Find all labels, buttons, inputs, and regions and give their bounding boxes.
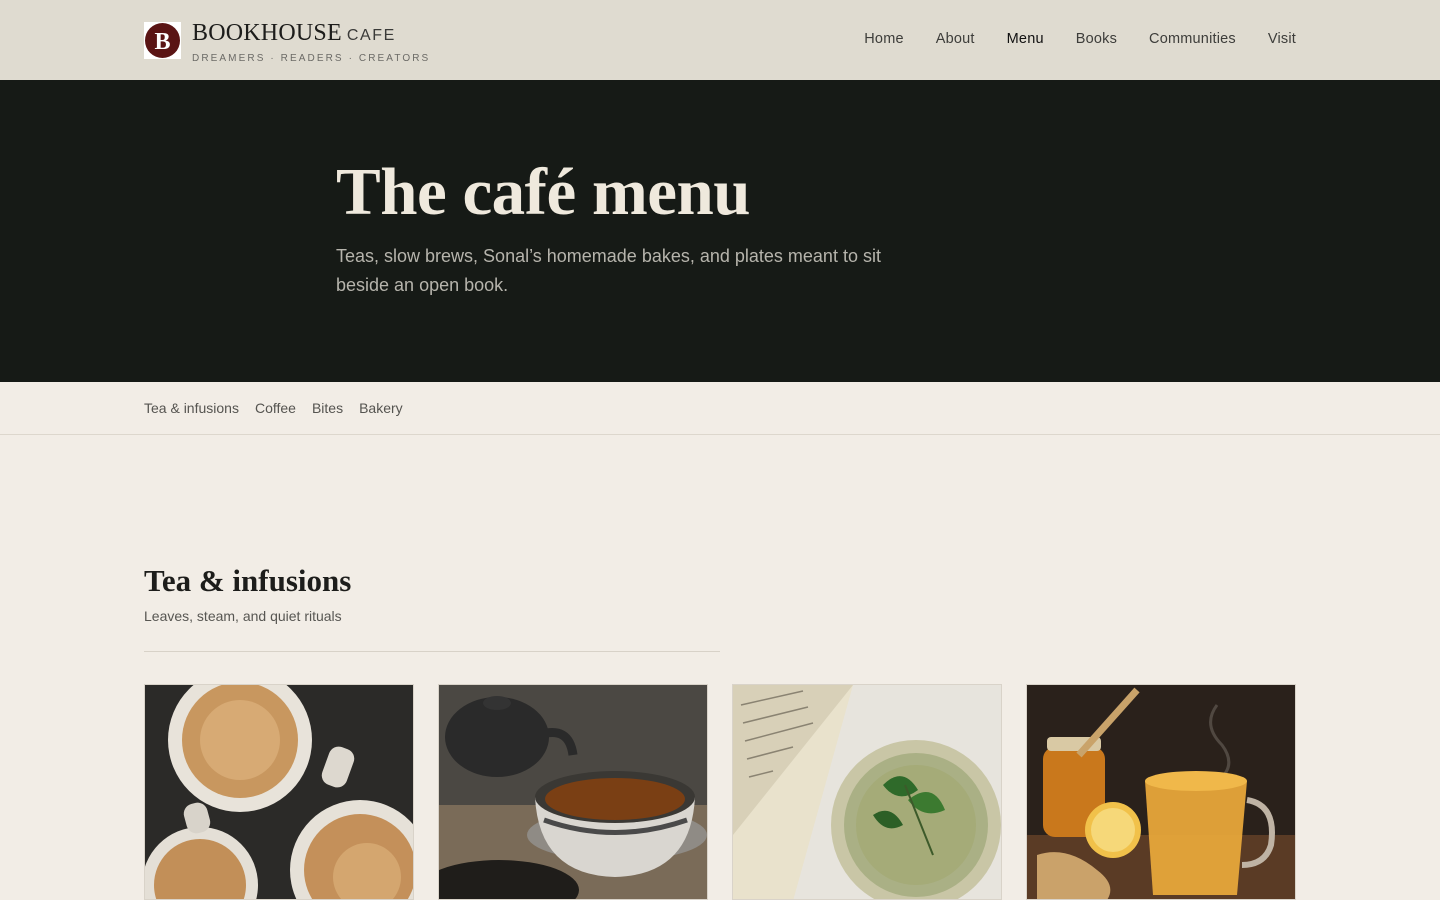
brand-logo-link[interactable]: B BOOKHOUSE CAFE DREAMERS · READERS · CR… — [144, 20, 431, 64]
svg-text:B: B — [154, 29, 170, 55]
page-title: The café menu — [336, 155, 751, 229]
green-mint-tea-book-photo — [733, 685, 1001, 899]
nav-about-link[interactable]: About — [936, 31, 975, 47]
menu-card-masala-chai[interactable] — [144, 684, 414, 900]
brand-sub: CAFE — [346, 27, 396, 44]
section-subtitle: Leaves, steam, and quiet rituals — [144, 608, 342, 624]
bookhouse-logo-icon: B — [144, 22, 181, 59]
section-title: Tea & infusions — [144, 563, 352, 598]
masala-chai-cups-photo — [145, 685, 413, 899]
nav-home-link[interactable]: Home — [864, 31, 903, 47]
menu-card-black-tea[interactable] — [438, 684, 708, 900]
site-header: B BOOKHOUSE CAFE DREAMERS · READERS · CR… — [0, 0, 1440, 80]
brand-name: BOOKHOUSE — [192, 20, 342, 46]
section-link-coffee[interactable]: Coffee — [255, 400, 296, 416]
hero-subtitle: Teas, slow brews, Sonal’s homemade bakes… — [336, 246, 881, 295]
main-nav: Home About Menu Books Communities Visit — [832, 31, 1296, 47]
section-link-tea[interactable]: Tea & infusions — [144, 400, 239, 416]
black-tea-teapot-photo — [439, 685, 707, 899]
menu-card-honey-ginger-tea[interactable] — [1026, 684, 1296, 900]
nav-communities-link[interactable]: Communities — [1149, 31, 1236, 47]
menu-section-nav: Tea & infusions Coffee Bites Bakery — [0, 382, 1440, 435]
nav-menu-link[interactable]: Menu — [1007, 31, 1044, 47]
brand-text: BOOKHOUSE CAFE DREAMERS · READERS · CREA… — [192, 20, 431, 64]
brand-tagline: DREAMERS · READERS · CREATORS — [192, 53, 431, 64]
section-divider — [144, 651, 720, 652]
section-link-bites[interactable]: Bites — [312, 400, 343, 416]
menu-card-green-tea[interactable] — [732, 684, 1002, 900]
nav-visit-link[interactable]: Visit — [1268, 31, 1296, 47]
nav-books-link[interactable]: Books — [1076, 31, 1117, 47]
honey-ginger-lemon-tea-photo — [1027, 685, 1295, 899]
section-link-bakery[interactable]: Bakery — [359, 400, 403, 416]
hero-banner: The café menu Teas, slow brews, Sonal’s … — [0, 80, 1440, 382]
